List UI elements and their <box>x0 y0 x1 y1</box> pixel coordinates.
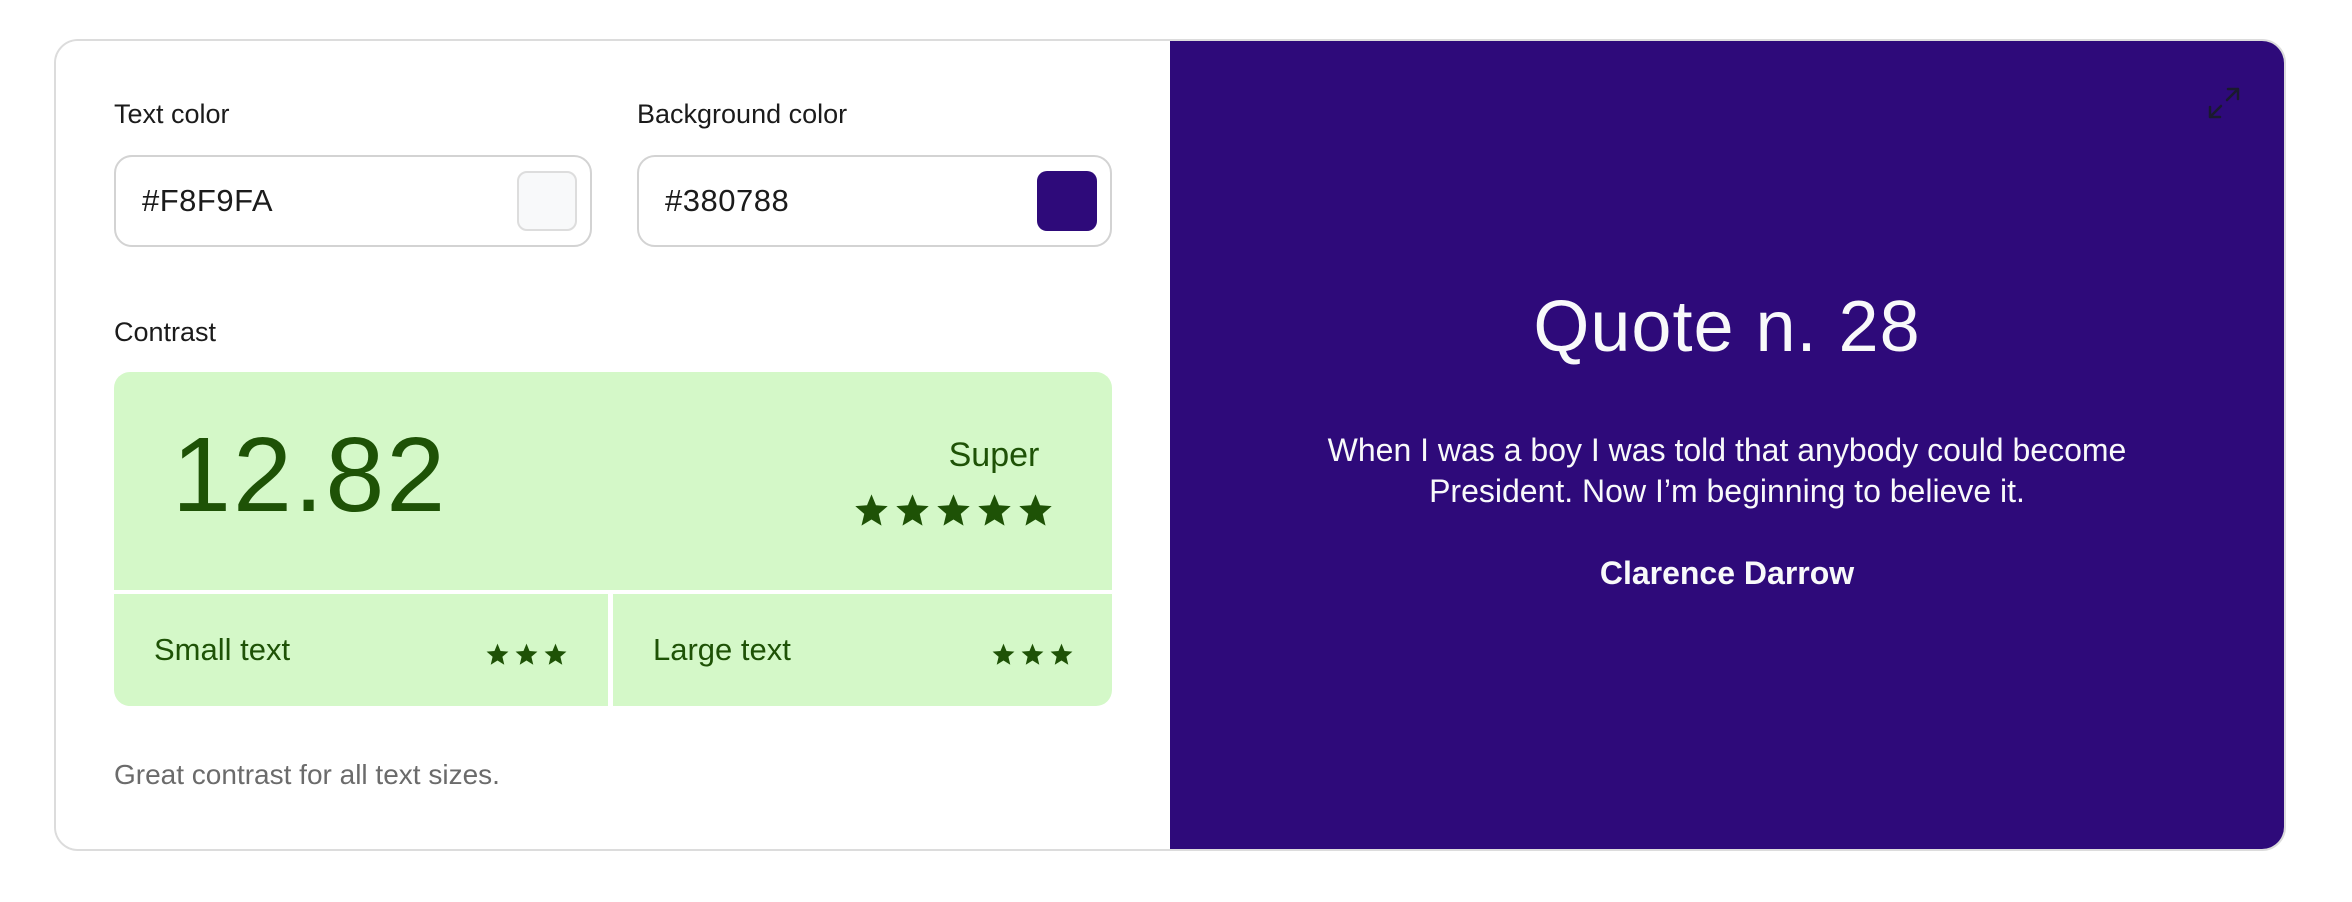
contrast-summary: 12.82 Super <box>114 372 1112 590</box>
preview-panel: Quote n. 28 When I was a boy I was told … <box>1170 41 2284 849</box>
star-icon <box>486 643 509 665</box>
star-icon <box>1019 494 1052 526</box>
contrast-ratio: 12.82 <box>172 416 448 534</box>
small-text-result: Small text <box>114 594 608 706</box>
star-icon <box>978 494 1011 526</box>
quote-title: Quote n. 28 <box>1533 287 1921 367</box>
contrast-result: 12.82 Super Small text Large text <box>114 372 1112 706</box>
contrast-checker-card: Text color #F8F9FA Background color #380… <box>54 39 2286 851</box>
large-text-stars <box>991 642 1074 667</box>
quote-author: Clarence Darrow <box>1599 555 1855 591</box>
large-text-label: Large text <box>653 632 791 667</box>
text-color-field[interactable]: #F8F9FA <box>114 155 592 247</box>
star-icon <box>1021 643 1044 665</box>
text-color-value[interactable]: #F8F9FA <box>142 183 273 219</box>
star-icon <box>515 643 538 665</box>
star-icon <box>896 494 929 526</box>
rating-stars <box>853 492 1054 529</box>
background-color-field[interactable]: #380788 <box>637 155 1112 247</box>
text-color-label: Text color <box>114 99 230 129</box>
large-text-result: Large text <box>613 594 1112 706</box>
contrast-label: Contrast <box>114 317 217 347</box>
background-color-swatch[interactable] <box>1037 171 1097 231</box>
background-color-value[interactable]: #380788 <box>665 183 789 219</box>
small-text-stars <box>485 642 568 667</box>
star-icon <box>544 643 567 665</box>
star-icon <box>937 494 970 526</box>
star-icon <box>855 494 888 526</box>
contrast-note: Great contrast for all text sizes. <box>114 759 500 790</box>
small-text-label: Small text <box>154 632 291 667</box>
quote-text: When I was a boy I was told that anybody… <box>1327 432 2127 509</box>
star-icon <box>1050 643 1073 665</box>
expand-icon[interactable] <box>2204 83 2244 123</box>
star-icon <box>992 643 1015 665</box>
text-color-swatch[interactable] <box>517 171 577 231</box>
contrast-rating: Super <box>948 436 1040 474</box>
background-color-label: Background color <box>637 99 848 129</box>
settings-panel: Text color #F8F9FA Background color #380… <box>56 41 1170 849</box>
